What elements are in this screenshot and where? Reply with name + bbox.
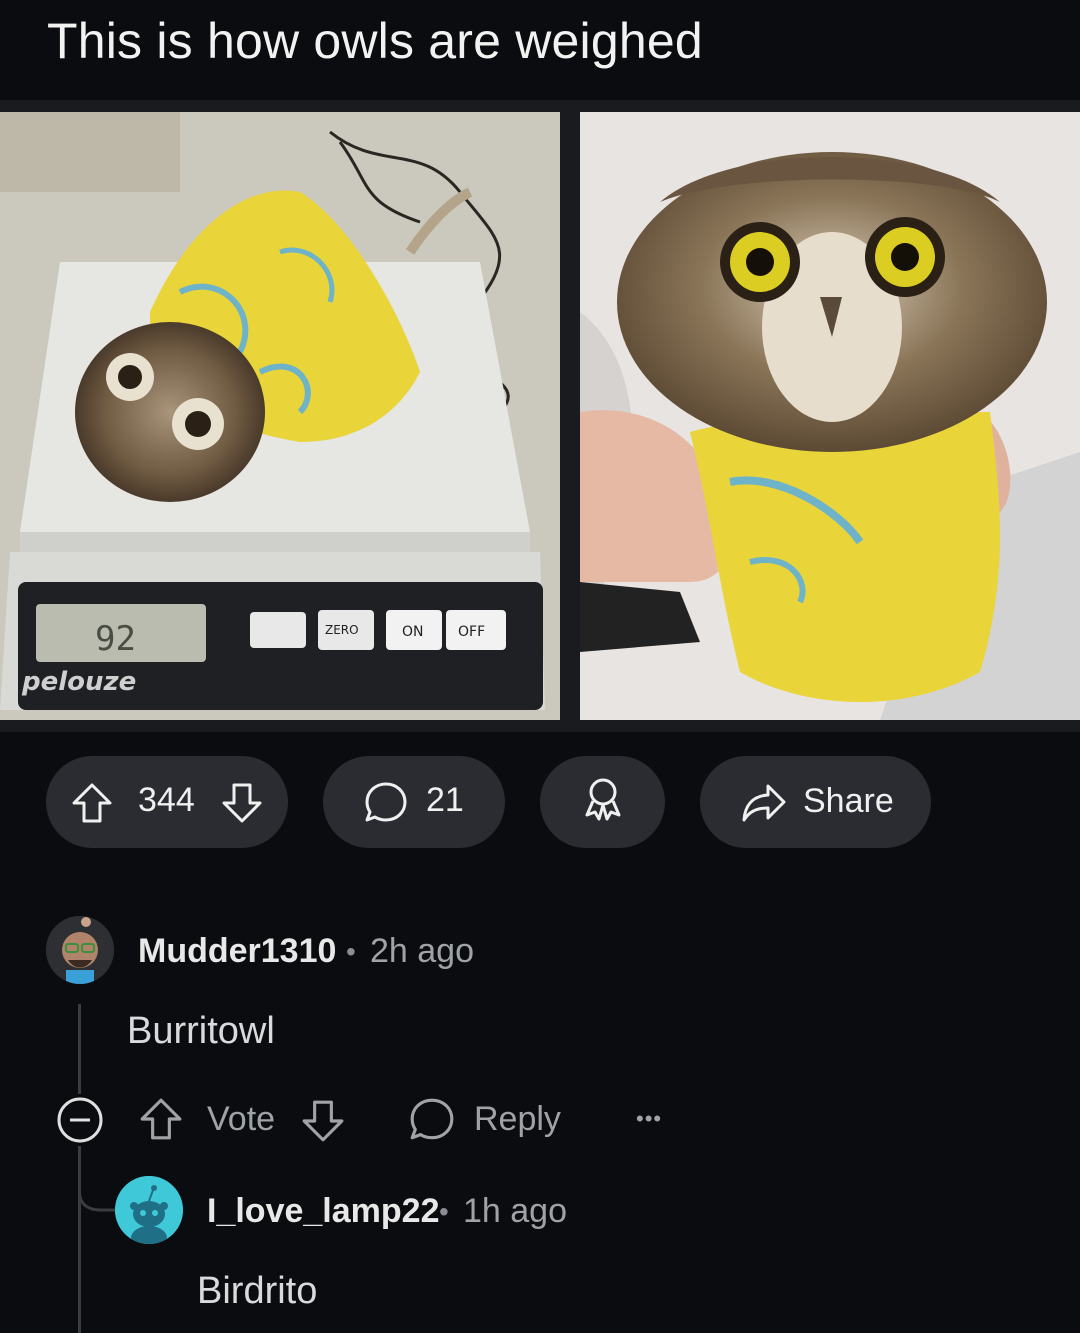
comment-body: Burritowl	[127, 1010, 275, 1052]
award-icon	[581, 775, 625, 830]
comment-username[interactable]: Mudder1310	[138, 932, 336, 971]
thread-line[interactable]	[78, 1004, 81, 1094]
share-arrow-icon	[740, 782, 788, 833]
scale-readout: 92	[95, 619, 136, 659]
upvote-icon[interactable]	[70, 781, 114, 834]
owl-in-hand-image[interactable]	[580, 112, 1080, 720]
post-action-bar: 344 21 Share	[0, 756, 1080, 848]
off-label: OFF	[458, 624, 485, 640]
comment-timestamp: 1h ago	[463, 1192, 567, 1230]
post-image-gallery[interactable]: 92 pelouze ZERO ON OFF	[0, 100, 1080, 732]
comment-body: Birdrito	[197, 1270, 318, 1312]
avatar[interactable]	[46, 916, 114, 984]
upvote-icon[interactable]	[138, 1096, 184, 1147]
owl-on-scale-image[interactable]: 92 pelouze ZERO ON OFF	[0, 112, 560, 720]
comment-username[interactable]: I_love_lamp22	[207, 1192, 439, 1231]
on-label: ON	[402, 624, 424, 640]
post-header: This is how owls are weighed	[0, 0, 1080, 100]
share-label: Share	[803, 782, 894, 820]
collapse-minus-icon	[57, 1097, 103, 1143]
reply-button[interactable]: Reply	[408, 1094, 568, 1146]
upvote-count: 344	[138, 781, 195, 819]
comment-bubble-icon	[363, 780, 409, 835]
post-title: This is how owls are weighed	[47, 13, 703, 69]
vote-pill: 344	[46, 756, 288, 848]
more-options-button[interactable]: •••	[636, 1106, 662, 1132]
vote-label: Vote	[207, 1100, 276, 1138]
reply-label: Reply	[474, 1100, 561, 1138]
comments-button[interactable]: 21	[323, 756, 505, 848]
collapse-thread-button[interactable]	[56, 1096, 104, 1149]
more-options-icon: •••	[636, 1106, 663, 1131]
share-button[interactable]: Share	[700, 756, 931, 848]
award-button[interactable]	[540, 756, 665, 848]
zero-label: ZERO	[325, 623, 359, 637]
scale-brand: pelouze	[21, 667, 136, 697]
avatar[interactable]	[115, 1176, 183, 1244]
comment-i-love-lamp22: I_love_lamp22 • 1h ago Birdrito	[0, 1170, 1080, 1333]
meta-separator: •	[346, 936, 356, 967]
meta-separator: •	[439, 1196, 449, 1227]
reply-bubble-icon	[408, 1096, 456, 1149]
downvote-icon[interactable]	[300, 1098, 346, 1149]
comment-count: 21	[426, 781, 464, 819]
downvote-icon[interactable]	[220, 781, 264, 834]
comment-timestamp: 2h ago	[370, 932, 474, 970]
